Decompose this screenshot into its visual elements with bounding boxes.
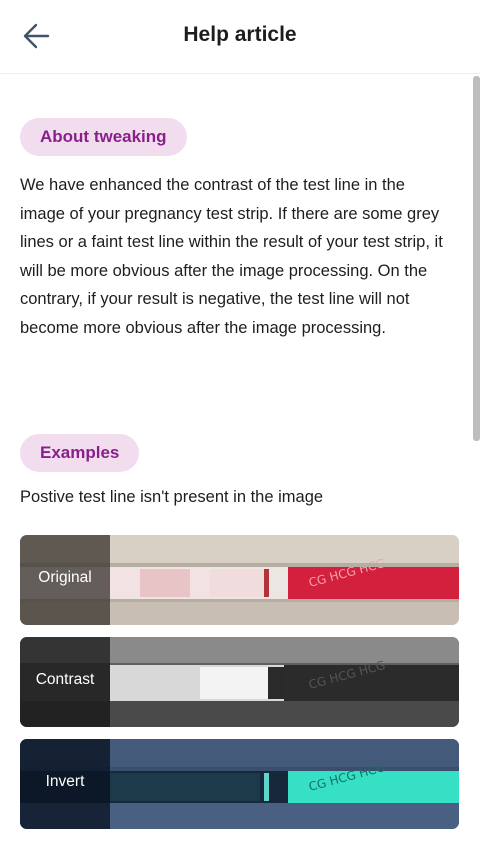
example-label-invert: Invert	[45, 773, 85, 790]
example-original-image: CG HCG HCG Original	[20, 535, 459, 625]
app-bar: Help article	[0, 0, 480, 74]
page-title: Help article	[183, 23, 297, 46]
example-label-original: Original	[38, 569, 92, 586]
example-label-pane: Contrast	[20, 637, 110, 727]
examples-chip: Examples	[20, 434, 140, 472]
example-contrast-image: CG HCG HCG Contrast	[20, 637, 459, 727]
examples-caption: Postive test line isn't present in the i…	[20, 488, 324, 506]
example-label-pane: Invert	[20, 739, 110, 829]
about-tweaking-chip: About tweaking	[20, 118, 187, 156]
scrollbar[interactable]	[473, 76, 480, 441]
example-label-contrast: Contrast	[35, 671, 95, 688]
example-invert-image: CG HCG HCG Invert	[20, 739, 459, 829]
about-paragraph: We have enhanced the contrast of the tes…	[20, 176, 443, 337]
example-label-pane: Original	[20, 535, 110, 625]
